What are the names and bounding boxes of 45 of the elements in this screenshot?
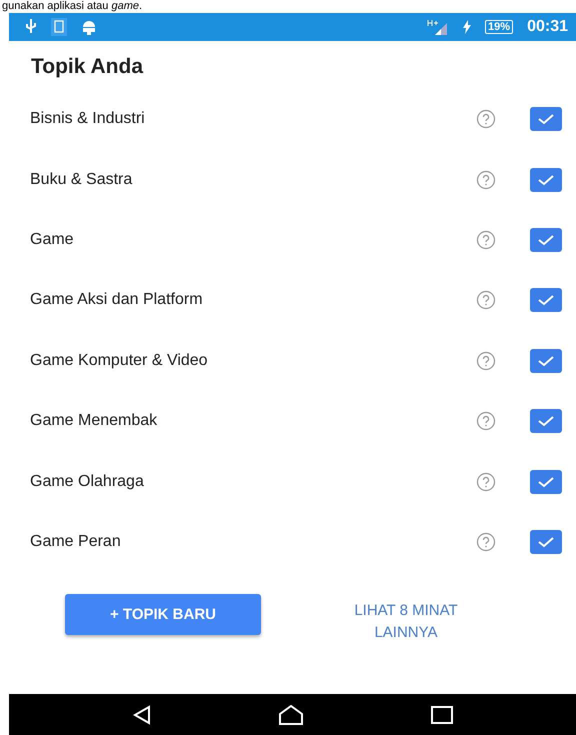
check-icon — [537, 354, 555, 367]
check-icon — [537, 415, 555, 428]
signal-icon — [427, 19, 450, 35]
topic-label: Game — [30, 230, 75, 249]
help-icon[interactable] — [476, 350, 496, 371]
caption-text: gunakan aplikasi atau game. — [1, 0, 144, 13]
battery-level: 19% — [485, 20, 514, 34]
check-icon — [537, 234, 555, 246]
topic-label: Game Olahraga — [30, 472, 145, 491]
back-icon[interactable] — [132, 704, 152, 724]
topic-label: Game Aksi dan Platform — [30, 291, 204, 310]
topic-checkbox[interactable] — [530, 470, 562, 494]
check-icon — [537, 294, 555, 306]
charging-icon — [463, 20, 472, 34]
check-icon — [537, 174, 555, 186]
usb-icon — [25, 19, 37, 35]
topic-checkbox[interactable] — [530, 168, 562, 192]
check-icon — [537, 536, 555, 548]
help-icon[interactable] — [476, 290, 496, 310]
help-icon[interactable] — [476, 532, 496, 552]
help-icon[interactable] — [476, 170, 496, 190]
help-icon[interactable] — [476, 230, 496, 250]
topic-checkbox[interactable] — [530, 409, 562, 434]
topic-checkbox[interactable] — [530, 288, 562, 312]
recents-icon[interactable] — [430, 706, 453, 724]
topic-label: Game Menembak — [30, 412, 158, 430]
new-topic-button[interactable]: + TOPIK BARU — [65, 594, 261, 636]
home-icon[interactable] — [278, 704, 304, 724]
see-more-link[interactable]: LIHAT 8 MINAT LAINNYA — [321, 599, 491, 646]
topic-label: Game Komputer & Video — [30, 352, 209, 370]
check-icon — [537, 113, 555, 126]
topic-checkbox[interactable] — [530, 228, 562, 252]
topic-checkbox[interactable] — [530, 530, 562, 554]
topic-label: Game Peran — [30, 532, 122, 551]
topic-label: Bisnis & Industri — [30, 110, 146, 128]
help-icon[interactable] — [476, 411, 496, 432]
page-title: Topik Anda — [31, 55, 144, 79]
clock: 00:31 — [527, 18, 568, 36]
topic-checkbox[interactable] — [530, 348, 562, 373]
topic-checkbox[interactable] — [530, 107, 562, 132]
help-icon[interactable] — [476, 109, 496, 130]
topic-label: Buku & Sastra — [30, 170, 134, 189]
help-icon[interactable] — [476, 472, 496, 492]
screenshot-icon — [51, 18, 67, 36]
check-icon — [537, 476, 555, 488]
